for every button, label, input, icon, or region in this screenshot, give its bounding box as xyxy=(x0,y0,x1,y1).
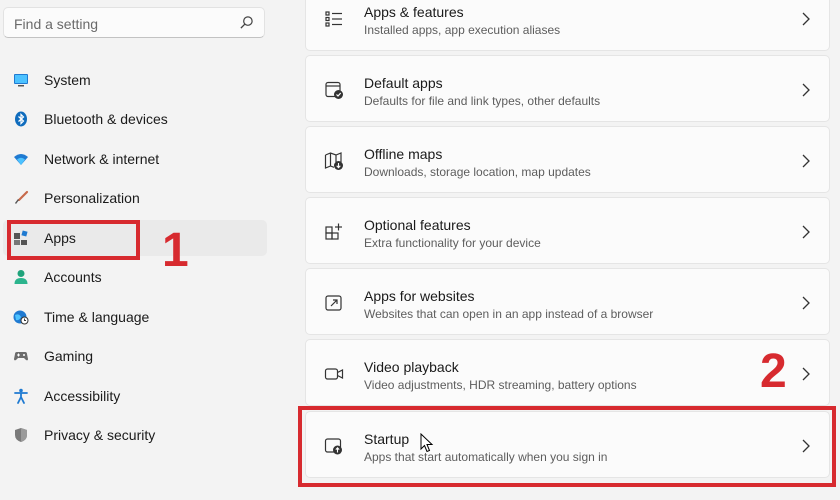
sidebar-item-personalization[interactable]: Personalization xyxy=(3,180,267,216)
sidebar-item-network[interactable]: Network & internet xyxy=(3,141,267,177)
chevron-right-icon xyxy=(802,439,810,453)
sidebar-item-time-language[interactable]: Time & language xyxy=(3,299,267,335)
card-subtitle: Defaults for file and link types, other … xyxy=(364,94,601,108)
step-number-1: 1 xyxy=(162,224,189,277)
sidebar-item-accessibility[interactable]: Accessibility xyxy=(3,378,267,414)
wifi-icon xyxy=(14,154,28,165)
person-icon xyxy=(14,270,28,284)
card-title: Startup xyxy=(364,431,410,447)
video-icon xyxy=(324,368,344,380)
card-title: Apps for websites xyxy=(364,288,475,304)
search-icon[interactable] xyxy=(239,15,254,30)
map-icon xyxy=(324,152,343,170)
sidebar-item-label: Accounts xyxy=(44,269,102,285)
chevron-right-icon xyxy=(802,12,810,26)
card-title: Offline maps xyxy=(364,146,443,162)
card-apps-features[interactable]: Apps & features Installed apps, app exec… xyxy=(305,0,830,51)
sidebar-item-label: Apps xyxy=(44,230,76,246)
mouse-cursor-icon xyxy=(420,433,434,453)
default-apps-icon xyxy=(325,81,343,99)
card-subtitle: Installed apps, app execution aliases xyxy=(364,23,561,37)
card-optional-features[interactable]: Optional features Extra functionality fo… xyxy=(305,197,830,264)
card-subtitle: Apps that start automatically when you s… xyxy=(364,450,608,464)
sidebar-item-accounts[interactable]: Accounts xyxy=(3,259,267,295)
shield-icon xyxy=(15,428,27,442)
sidebar-item-label: Privacy & security xyxy=(44,427,156,443)
sidebar-item-label: System xyxy=(44,72,91,88)
card-title: Apps & features xyxy=(364,4,464,20)
brush-icon xyxy=(15,190,29,204)
card-subtitle: Websites that can open in an app instead… xyxy=(364,307,654,321)
card-subtitle: Downloads, storage location, map updates xyxy=(364,165,591,179)
sidebar-item-label: Accessibility xyxy=(44,388,121,404)
card-title: Default apps xyxy=(364,75,443,91)
card-title: Video playback xyxy=(364,359,459,375)
sidebar-item-label: Time & language xyxy=(44,309,150,325)
apps-icon xyxy=(14,230,28,245)
sidebar-item-label: Bluetooth & devices xyxy=(44,111,168,127)
sidebar-item-gaming[interactable]: Gaming xyxy=(3,338,267,374)
sidebar-item-bluetooth[interactable]: Bluetooth & devices xyxy=(3,101,267,137)
chevron-right-icon xyxy=(802,83,810,97)
grid-plus-icon xyxy=(325,223,342,240)
link-window-icon xyxy=(325,295,342,311)
search-box[interactable] xyxy=(3,7,265,39)
sidebar-item-label: Gaming xyxy=(44,348,94,364)
bluetooth-icon xyxy=(15,111,27,127)
card-apps-for-websites[interactable]: Apps for websites Websites that can open… xyxy=(305,268,830,335)
card-title: Optional features xyxy=(364,217,471,233)
sidebar-item-system[interactable]: System xyxy=(3,62,267,98)
sidebar-item-apps[interactable]: Apps xyxy=(3,220,267,256)
card-subtitle: Video adjustments, HDR streaming, batter… xyxy=(364,378,637,392)
startup-icon xyxy=(324,438,342,455)
sidebar-item-label: Network & internet xyxy=(44,151,160,167)
gamepad-icon xyxy=(14,352,28,361)
accessibility-icon xyxy=(14,388,28,404)
list-icon xyxy=(325,11,342,27)
search-input[interactable] xyxy=(12,8,236,39)
card-subtitle: Extra functionality for your device xyxy=(364,236,541,250)
step-number-2: 2 xyxy=(760,345,787,398)
card-offline-maps[interactable]: Offline maps Downloads, storage location… xyxy=(305,126,830,193)
sidebar-item-privacy-security[interactable]: Privacy & security xyxy=(3,417,267,453)
sidebar-item-label: Personalization xyxy=(44,190,140,206)
chevron-right-icon xyxy=(802,367,810,381)
card-video-playback[interactable]: Video playback Video adjustments, HDR st… xyxy=(305,339,830,406)
chevron-right-icon xyxy=(802,225,810,239)
monitor-icon xyxy=(14,74,28,87)
chevron-right-icon xyxy=(802,154,810,168)
globe-clock-icon xyxy=(13,310,29,325)
card-default-apps[interactable]: Default apps Defaults for file and link … xyxy=(305,55,830,122)
chevron-right-icon xyxy=(802,296,810,310)
card-startup[interactable]: Startup Apps that start automatically wh… xyxy=(305,411,830,478)
